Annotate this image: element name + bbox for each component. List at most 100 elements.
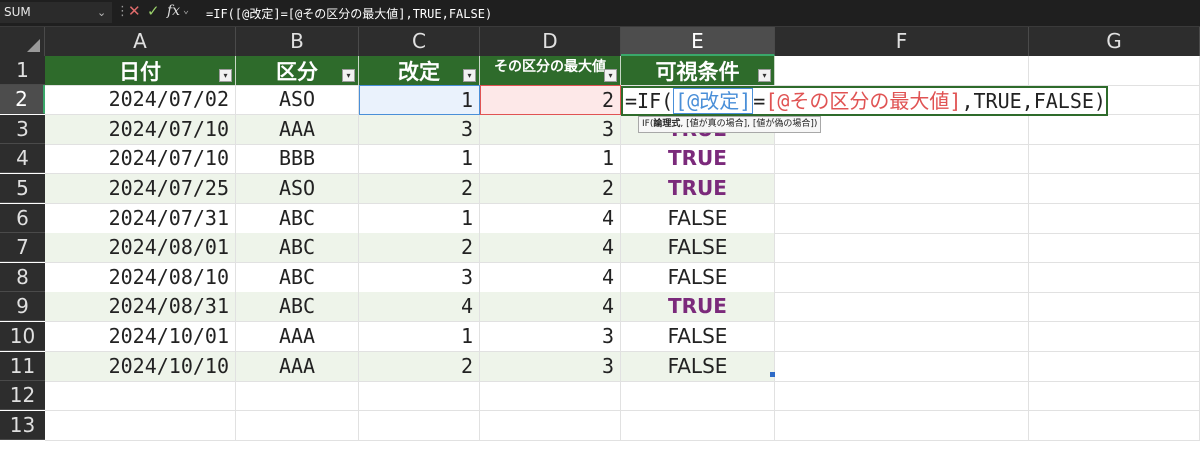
cell[interactable] <box>775 381 1029 411</box>
table-cell-kubun[interactable]: ABC <box>236 292 359 322</box>
cell[interactable] <box>775 263 1029 293</box>
table-header-cond[interactable]: 可視条件 ▾ <box>621 56 775 86</box>
chevron-down-icon[interactable]: ⌄ <box>97 2 106 23</box>
table-cell-max[interactable]: 4 <box>480 292 621 322</box>
cell[interactable] <box>1029 144 1200 174</box>
table-cell-date[interactable]: 2024/10/01 <box>45 322 236 352</box>
cell[interactable] <box>775 174 1029 204</box>
table-cell-date[interactable]: 2024/07/02 <box>45 85 236 115</box>
table-cell-max[interactable]: 2 <box>480 174 621 204</box>
table-header-max[interactable]: その区分の最大値 ▾ <box>480 56 621 86</box>
table-cell-kaitei[interactable]: 3 <box>359 263 480 293</box>
row-header-3[interactable]: 3 <box>0 115 45 144</box>
cell[interactable] <box>236 411 359 441</box>
table-cell-max[interactable]: 1 <box>480 144 621 174</box>
cell[interactable] <box>1029 322 1200 352</box>
table-cell-kubun[interactable]: ABC <box>236 204 359 234</box>
cell[interactable] <box>45 411 236 441</box>
insert-function-icon[interactable]: fx <box>167 3 180 19</box>
row-header-4[interactable]: 4 <box>0 144 45 173</box>
cell[interactable] <box>1029 292 1200 322</box>
row-header-1[interactable]: 1 <box>0 56 45 85</box>
table-header-kubun[interactable]: 区分 ▾ <box>236 56 359 86</box>
sort-filter-icon[interactable]: ▾ <box>219 69 232 82</box>
row-header-11[interactable]: 11 <box>0 352 45 381</box>
column-header-b[interactable]: B <box>236 27 359 56</box>
row-header-2[interactable]: 2 <box>0 85 45 114</box>
cell[interactable] <box>775 56 1029 86</box>
filter-dropdown-icon[interactable]: ▾ <box>342 69 355 82</box>
cell[interactable] <box>1029 56 1200 86</box>
row-header-10[interactable]: 10 <box>0 322 45 351</box>
column-header-a[interactable]: A <box>45 27 236 56</box>
table-cell-date[interactable]: 2024/08/10 <box>45 263 236 293</box>
cell[interactable] <box>1029 352 1200 382</box>
cell[interactable] <box>775 144 1029 174</box>
column-header-f[interactable]: F <box>775 27 1029 56</box>
table-cell-cond[interactable]: FALSE <box>621 233 775 263</box>
cell[interactable] <box>480 381 621 411</box>
cell[interactable] <box>1029 174 1200 204</box>
cell[interactable] <box>45 381 236 411</box>
table-cell-kubun[interactable]: AAA <box>236 115 359 145</box>
table-cell-cond[interactable]: FALSE <box>621 322 775 352</box>
table-cell-date[interactable]: 2024/07/31 <box>45 204 236 234</box>
cell[interactable] <box>1029 233 1200 263</box>
table-cell-cond[interactable]: FALSE <box>621 204 775 234</box>
table-cell-date[interactable]: 2024/07/25 <box>45 174 236 204</box>
table-cell-kubun[interactable]: ASO <box>236 174 359 204</box>
table-cell-cond[interactable]: FALSE <box>621 263 775 293</box>
cell[interactable] <box>1029 381 1200 411</box>
table-cell-kubun[interactable]: BBB <box>236 144 359 174</box>
select-all-corner[interactable] <box>0 27 45 56</box>
table-cell-cond[interactable]: TRUE <box>621 144 775 174</box>
cell[interactable] <box>236 381 359 411</box>
cell[interactable] <box>480 411 621 441</box>
column-header-d[interactable]: D <box>480 27 621 56</box>
row-header-9[interactable]: 9 <box>0 292 45 321</box>
cell[interactable] <box>775 322 1029 352</box>
enter-check-icon[interactable]: ✓ <box>147 2 160 20</box>
table-cell-kaitei[interactable]: 1 <box>359 322 480 352</box>
cell[interactable] <box>775 204 1029 234</box>
table-cell-max[interactable]: 3 <box>480 322 621 352</box>
cell[interactable] <box>621 411 775 441</box>
table-header-kaitei[interactable]: 改定 ▾ <box>359 56 480 86</box>
table-cell-cond[interactable]: TRUE <box>621 292 775 322</box>
table-resize-handle[interactable] <box>770 372 775 377</box>
table-cell-max[interactable]: 4 <box>480 233 621 263</box>
table-cell-kubun[interactable]: AAA <box>236 322 359 352</box>
table-cell-max[interactable]: 4 <box>480 263 621 293</box>
table-cell-kaitei[interactable]: 2 <box>359 174 480 204</box>
table-cell-max[interactable]: 3 <box>480 352 621 382</box>
table-cell-kaitei[interactable]: 2 <box>359 233 480 263</box>
table-cell-kaitei[interactable]: 1 <box>359 85 480 115</box>
table-cell-kubun[interactable]: ABC <box>236 233 359 263</box>
table-cell-kubun[interactable]: ABC <box>236 263 359 293</box>
cell[interactable] <box>359 381 480 411</box>
filter-dropdown-icon[interactable]: ▾ <box>604 69 617 82</box>
cell-editor-e2[interactable]: =IF([@改定] =[@その区分の最大値],TRUE,FALSE) <box>621 86 1108 116</box>
cell[interactable] <box>1029 204 1200 234</box>
row-header-7[interactable]: 7 <box>0 233 45 262</box>
table-cell-kubun[interactable]: ASO <box>236 85 359 115</box>
cell[interactable] <box>775 292 1029 322</box>
table-cell-max[interactable]: 4 <box>480 204 621 234</box>
table-cell-cond[interactable]: FALSE <box>621 352 775 382</box>
table-cell-date[interactable]: 2024/10/10 <box>45 352 236 382</box>
cell[interactable] <box>775 352 1029 382</box>
formula-input[interactable]: =IF([@改定]=[@その区分の最大値],TRUE,FALSE) <box>206 5 492 22</box>
cell[interactable] <box>359 411 480 441</box>
cell[interactable] <box>1029 411 1200 441</box>
table-cell-max[interactable]: 3 <box>480 115 621 145</box>
cell[interactable] <box>1029 115 1200 145</box>
name-box[interactable]: SUM ⌄ <box>0 2 112 23</box>
table-cell-kaitei[interactable]: 4 <box>359 292 480 322</box>
column-header-e[interactable]: E <box>621 27 775 56</box>
table-cell-date[interactable]: 2024/07/10 <box>45 144 236 174</box>
row-header-12[interactable]: 12 <box>0 381 45 410</box>
column-header-c[interactable]: C <box>359 27 480 56</box>
table-cell-max[interactable]: 2 <box>480 85 621 115</box>
table-cell-cond[interactable]: TRUE <box>621 174 775 204</box>
table-cell-date[interactable]: 2024/08/01 <box>45 233 236 263</box>
